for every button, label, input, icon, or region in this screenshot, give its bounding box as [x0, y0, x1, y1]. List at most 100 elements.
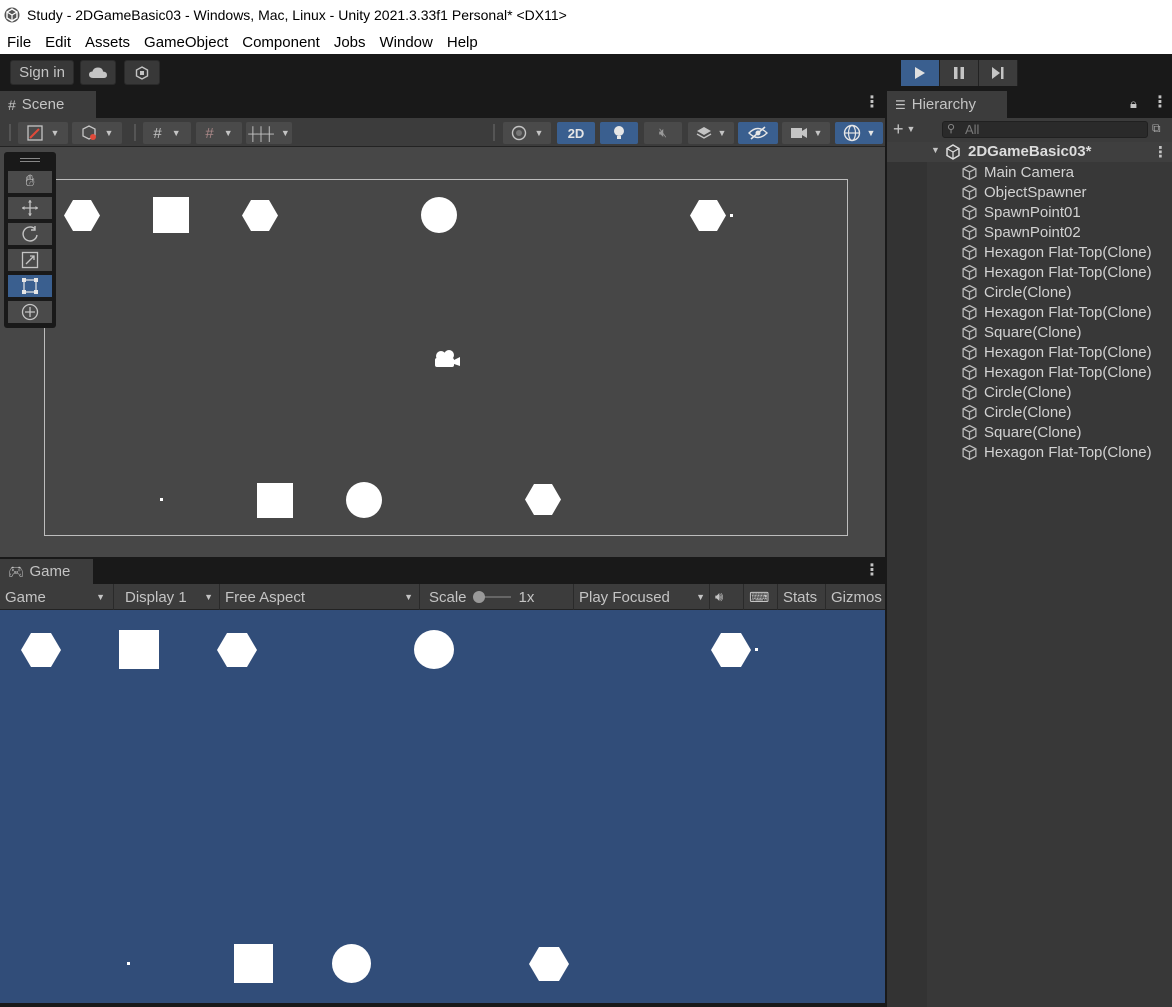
shortcuts-button[interactable]: ⌨︎: [744, 584, 778, 610]
hierarchy-item[interactable]: Hexagon Flat-Top(Clone): [961, 442, 1152, 462]
game-view[interactable]: [0, 610, 885, 1003]
move-tool-button[interactable]: [8, 197, 52, 219]
hierarchy-item[interactable]: Circle(Clone): [961, 382, 1072, 402]
pause-icon: [954, 67, 964, 79]
menu-edit[interactable]: Edit: [38, 34, 78, 51]
camera-icon: [790, 128, 807, 138]
tab-game[interactable]: 🎮︎ Game: [0, 559, 93, 584]
pause-button[interactable]: [940, 60, 979, 86]
scale-slider-track[interactable]: [472, 591, 511, 603]
scene-square[interactable]: [257, 483, 293, 518]
tab-scene[interactable]: # Scene: [0, 91, 96, 118]
hierarchy-item[interactable]: SpawnPoint01: [961, 202, 1081, 222]
scene-camera-button[interactable]: ▼: [782, 122, 830, 144]
scene-spawn-point[interactable]: [730, 214, 733, 217]
render-mode-button[interactable]: ▼: [72, 122, 122, 144]
game-view-select[interactable]: Game ▼: [0, 584, 114, 610]
hierarchy-item-label: ObjectSpawner: [984, 183, 1087, 201]
menu-file[interactable]: File: [0, 34, 38, 51]
collab-button[interactable]: [124, 60, 160, 85]
add-object-button[interactable]: + ▼: [893, 119, 915, 140]
stats-button[interactable]: Stats: [778, 584, 826, 610]
cloud-button[interactable]: [80, 60, 116, 85]
gamepad-icon: 🎮︎: [8, 563, 25, 579]
hierarchy-item[interactable]: Hexagon Flat-Top(Clone): [961, 242, 1152, 262]
hierarchy-item[interactable]: Main Camera: [961, 162, 1074, 182]
globe-icon: [843, 124, 860, 142]
sign-in-button[interactable]: Sign in: [10, 60, 74, 85]
scene-spawn-point[interactable]: [160, 498, 163, 501]
hierarchy-item[interactable]: Hexagon Flat-Top(Clone): [961, 362, 1152, 382]
collab-icon: [135, 65, 149, 80]
hierarchy-item[interactable]: Square(Clone): [961, 322, 1082, 342]
mute-audio-button[interactable]: 🔊︎: [710, 584, 744, 610]
menu-window[interactable]: Window: [373, 34, 440, 51]
mode-2d-button[interactable]: 2D: [557, 122, 595, 144]
lock-icon[interactable]: 🔒︎: [1130, 96, 1137, 112]
play-mode-select-value: Play Focused: [579, 588, 670, 606]
menu-assets[interactable]: Assets: [78, 34, 137, 51]
hierarchy-item[interactable]: Hexagon Flat-Top(Clone): [961, 342, 1152, 362]
gizmos-button[interactable]: ▼: [835, 122, 883, 144]
scene-visibility-button[interactable]: [738, 122, 778, 144]
hierarchy-item[interactable]: Circle(Clone): [961, 402, 1072, 422]
play-button[interactable]: [901, 60, 940, 86]
menu-component[interactable]: Component: [235, 34, 327, 51]
gameobject-cube-icon: [962, 324, 977, 340]
tab-hierarchy[interactable]: ☰ Hierarchy: [887, 91, 1007, 118]
game-hexagon: [217, 633, 257, 667]
grid-toggle-button[interactable]: ┼┼┼ ▼: [246, 122, 292, 144]
aspect-select[interactable]: Free Aspect ▼: [220, 584, 420, 610]
transform-tool-button[interactable]: [8, 301, 52, 323]
gizmos-toggle-button[interactable]: Gizmos: [826, 584, 885, 610]
chevron-down-icon: ▼: [696, 592, 705, 602]
scene-camera-gizmo-icon[interactable]: [432, 349, 462, 369]
gameobject-cube-icon: [962, 424, 977, 440]
menu-help[interactable]: Help: [440, 34, 485, 51]
effects-button[interactable]: ▼: [688, 122, 734, 144]
grid-snap-button[interactable]: # ▼: [143, 122, 191, 144]
scene-more-icon[interactable]: ⋮: [864, 95, 880, 111]
hierarchy-item[interactable]: Hexagon Flat-Top(Clone): [961, 262, 1152, 282]
chevron-down-icon: ▼: [104, 128, 114, 138]
rect-tool-button[interactable]: [8, 275, 52, 297]
display-select[interactable]: Display 1 ▼: [120, 584, 220, 610]
menu-jobs[interactable]: Jobs: [327, 34, 373, 51]
play-mode-select[interactable]: Play Focused ▼: [574, 584, 710, 610]
lighting-toggle-button[interactable]: [600, 122, 638, 144]
hierarchy-item[interactable]: ObjectSpawner: [961, 182, 1087, 202]
game-more-icon[interactable]: ⋮: [864, 563, 880, 579]
scale-slider[interactable]: Scale 1x: [424, 584, 574, 610]
hierarchy-more-icon[interactable]: ⋮: [1152, 95, 1168, 111]
expand-arrow-icon[interactable]: ▼: [931, 145, 940, 155]
increment-snap-button[interactable]: # ▼: [196, 122, 242, 144]
scale-slider-thumb[interactable]: [472, 591, 485, 603]
step-button[interactable]: [979, 60, 1018, 86]
scene-view[interactable]: ✋︎: [0, 147, 885, 557]
scene-square[interactable]: [153, 197, 189, 233]
sphere-icon: [511, 125, 526, 141]
gameobject-cube-icon: [962, 244, 977, 260]
hand-tool-button[interactable]: ✋︎: [8, 171, 52, 193]
hierarchy-item[interactable]: Square(Clone): [961, 422, 1082, 442]
window-title-bar: Study - 2DGameBasic03 - Windows, Mac, Li…: [0, 0, 1172, 30]
hierarchy-search-input[interactable]: All: [942, 121, 1148, 138]
rotate-tool-button[interactable]: [8, 223, 52, 245]
chevron-down-icon: ▼: [534, 128, 544, 138]
game-hexagon: [21, 633, 61, 667]
search-filter-icon[interactable]: ⧉: [1152, 121, 1166, 137]
hierarchy-item[interactable]: SpawnPoint02: [961, 222, 1081, 242]
scene-row-more-icon[interactable]: ⋮: [1153, 143, 1168, 161]
scene-circle[interactable]: [421, 197, 457, 233]
scale-tool-button[interactable]: [8, 249, 52, 271]
game-tab-label: Game: [29, 563, 71, 580]
audio-toggle-button[interactable]: 🔇︎: [644, 122, 682, 144]
scene-circle[interactable]: [346, 482, 382, 518]
overlay-grip[interactable]: [20, 158, 40, 159]
menu-gameobject[interactable]: GameObject: [137, 34, 235, 51]
hierarchy-item[interactable]: Hexagon Flat-Top(Clone): [961, 302, 1152, 322]
shading-mode-button[interactable]: ▼: [503, 122, 551, 144]
hierarchy-scene-row[interactable]: ▼ 2DGameBasic03* ⋮: [887, 142, 1172, 162]
hierarchy-item[interactable]: Circle(Clone): [961, 282, 1072, 302]
draw-mode-button[interactable]: ▼: [18, 122, 68, 144]
